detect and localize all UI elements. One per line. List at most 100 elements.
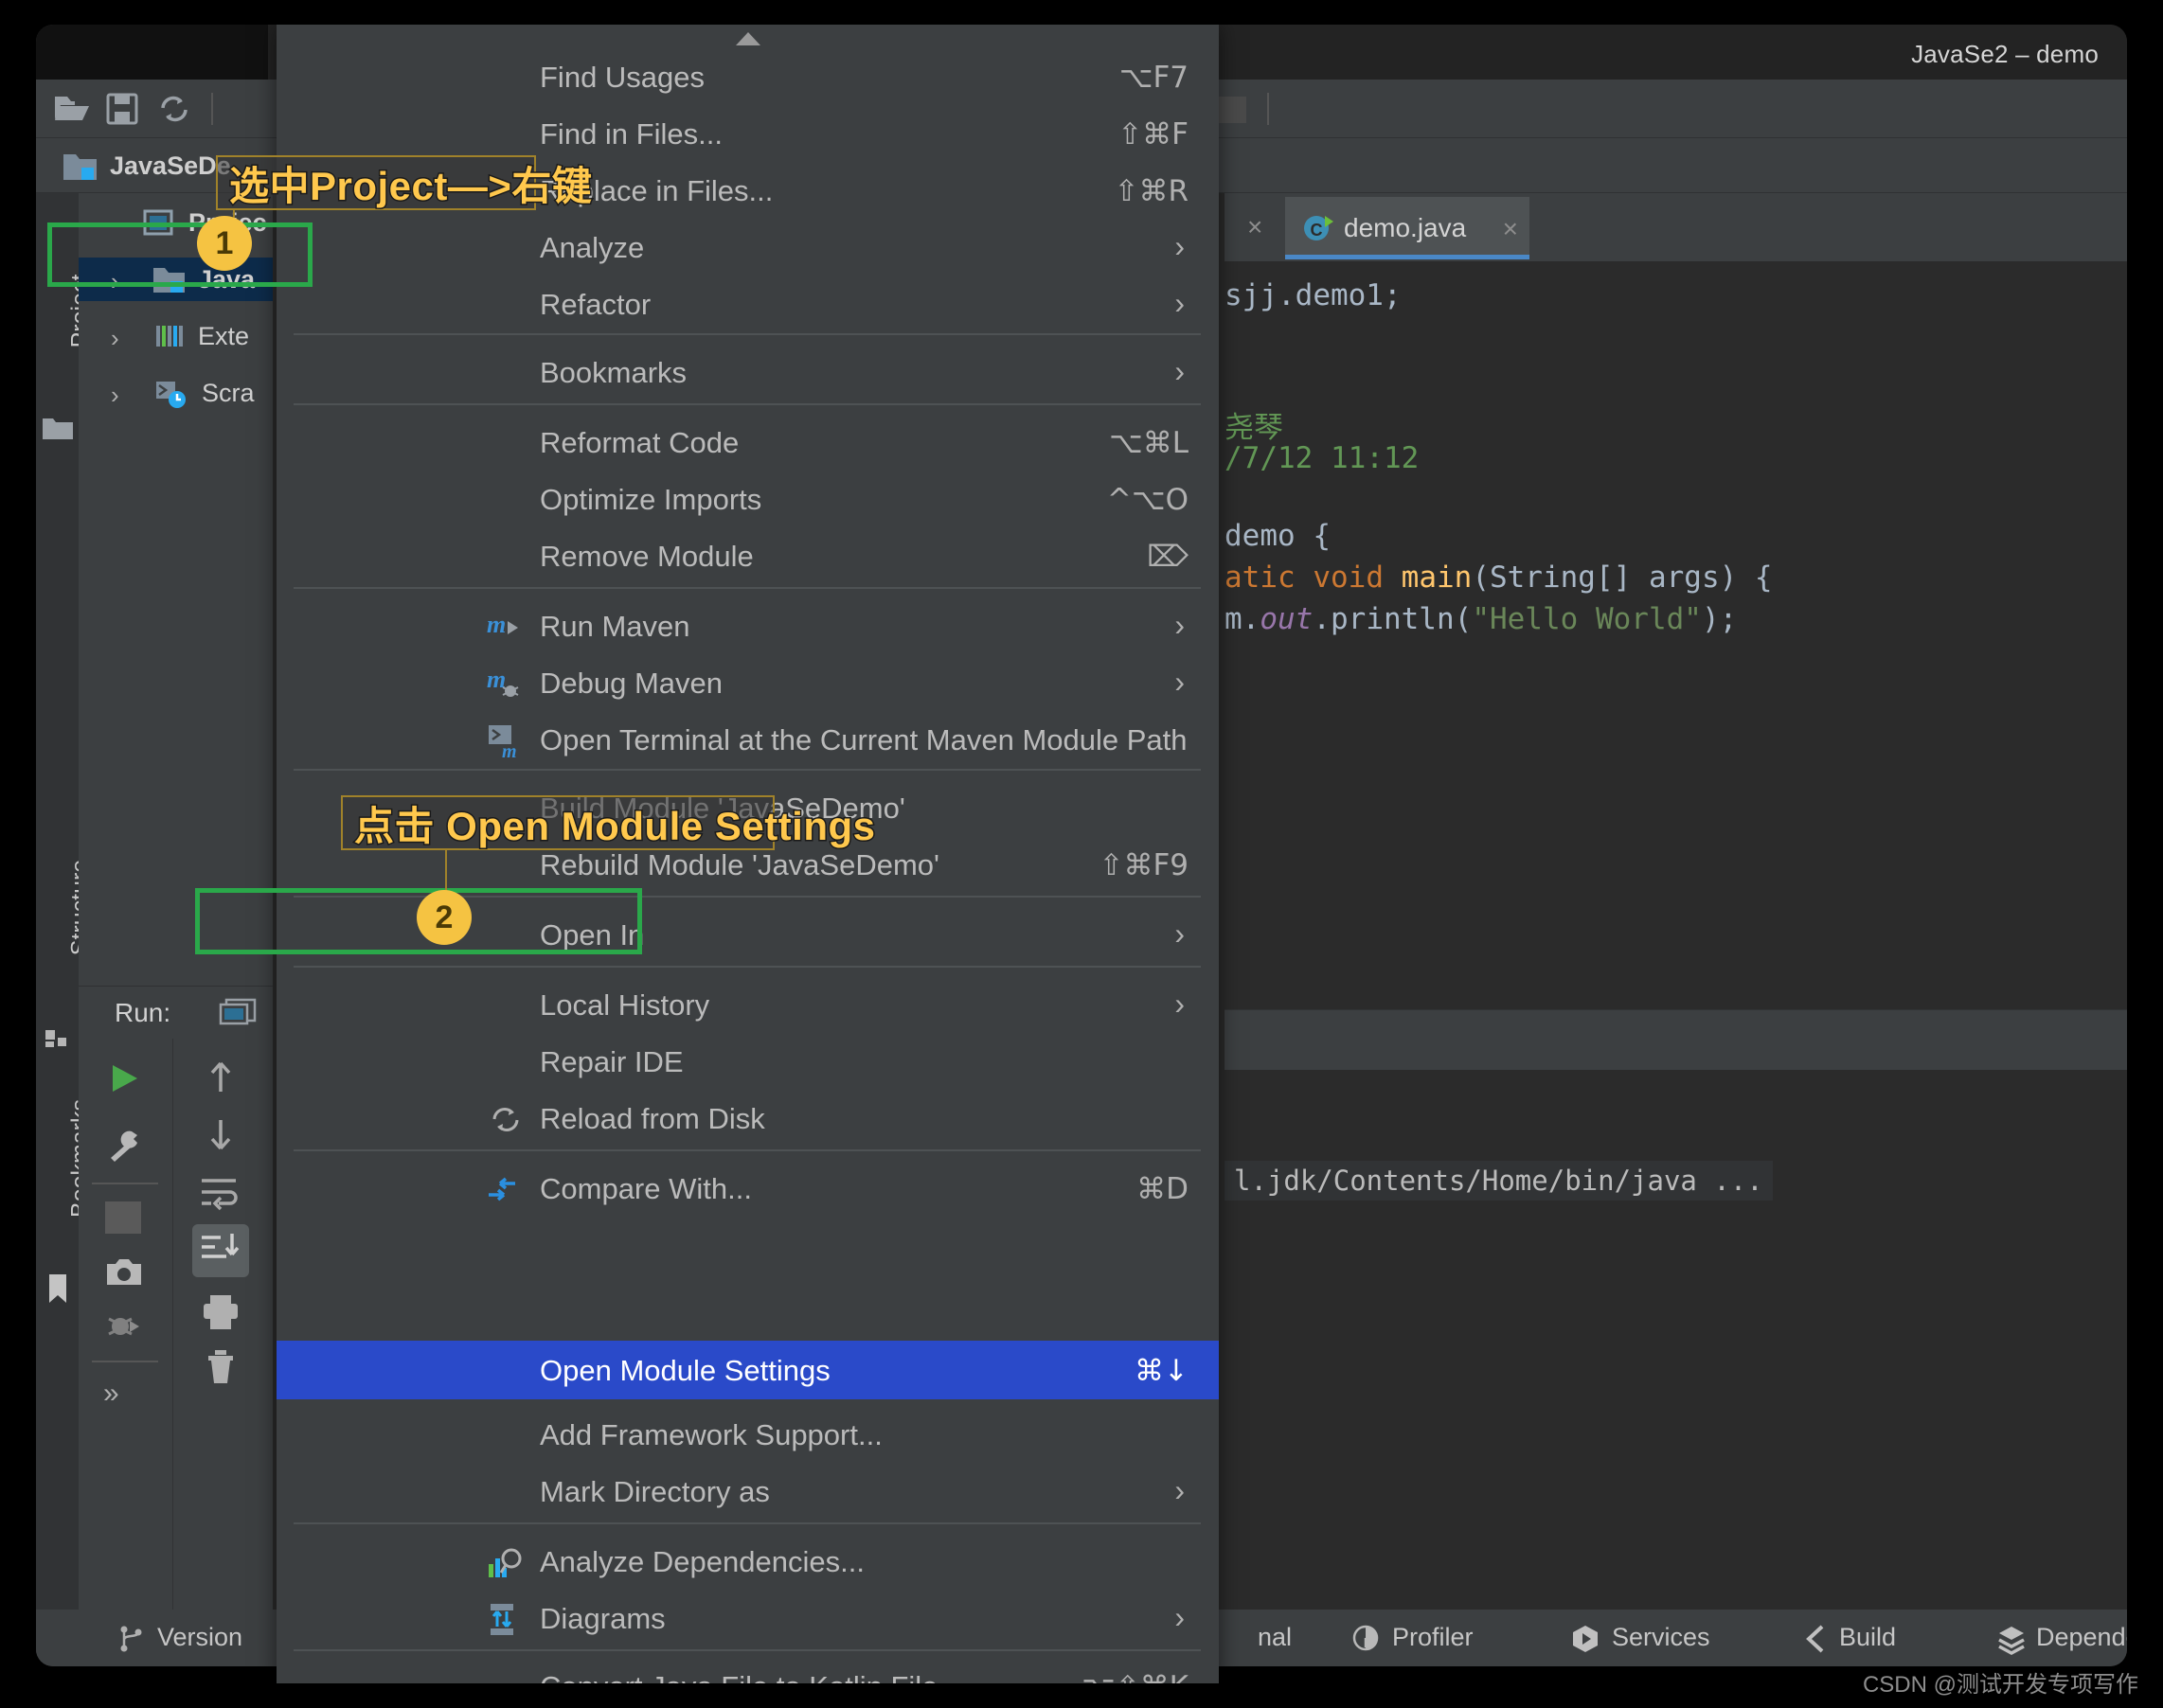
menu-item-label: Refactor [540,288,652,321]
vcs-branch-icon[interactable] [117,1625,146,1653]
status-item-dependencies[interactable]: Depende [2036,1623,2127,1652]
print-icon[interactable] [200,1292,243,1332]
menu-item-label: Reload from Disk [540,1102,765,1135]
dependencies-icon[interactable] [1994,1623,2029,1655]
code-editor[interactable]: sjj.demo1; 尧琴 /7/12 11:12 demo { atic vo… [1225,261,2127,1009]
menu-item-open-module-settings[interactable]: Open Module Settings ⌘↓ [277,1341,1219,1399]
run-console-header [1225,1009,2127,1070]
menu-item-diagrams[interactable]: Diagrams › [277,1591,1219,1646]
wrench-icon[interactable] [103,1126,145,1164]
chevron-right-icon[interactable]: › [111,381,119,410]
chevron-right-icon: › [1174,1600,1185,1634]
run-toolbar-right [173,1039,273,1610]
menu-item-analyze-dependencies[interactable]: Analyze Dependencies... [277,1534,1219,1589]
arrow-down-icon[interactable] [200,1112,241,1154]
status-item-build[interactable]: Build [1839,1623,1896,1652]
menu-item-repair-ide[interactable]: Repair IDE [277,1034,1219,1089]
run-tool-window-header: Run: [79,986,273,1039]
menu-item-find-usages[interactable]: Find Usages ⌥F7 [277,49,1219,104]
menu-item-label: Compare With... [540,1172,752,1205]
menu-item-label: Mark Directory as [540,1475,770,1508]
menu-item-analyze[interactable]: Analyze › [277,220,1219,275]
menu-item-local-history[interactable]: Local History › [277,977,1219,1032]
left-tool-rail: Project Structure Bookmarks [36,193,94,1666]
services-icon[interactable] [1570,1623,1602,1655]
annotation-text-step1: 选中Project—>右键 [227,162,593,209]
editor-tab-bar: × C demo.java × [1225,193,2127,261]
menu-item-add-framework-support[interactable]: Add Framework Support... [277,1407,1219,1462]
menu-item-optimize-imports[interactable]: Optimize Imports ^⌥O [277,471,1219,526]
close-icon[interactable]: × [1247,212,1262,242]
context-menu[interactable]: Find Usages ⌥F7 Find in Files... ⇧⌘F Rep… [277,25,1219,1683]
svg-text:m: m [502,741,517,759]
toolbar-separator [211,93,213,125]
run-icon[interactable] [103,1059,145,1097]
structure-icon [44,1026,72,1051]
chevron-right-icon[interactable]: › [111,324,119,353]
menu-item-reload-from-disk[interactable]: Reload from Disk [277,1091,1219,1146]
menu-item-open-terminal-maven[interactable]: m Open Terminal at the Current Maven Mod… [277,712,1219,767]
tree-row-scratches[interactable]: › Scra [79,371,273,415]
editor-tab-demo-java[interactable]: C demo.java × [1285,197,1529,259]
chevron-right-icon: › [1174,286,1185,320]
run-toolbar-more-icon[interactable]: » [103,1378,119,1410]
build-icon[interactable] [1801,1623,1833,1655]
run-title: Run: [115,998,171,1027]
svg-text:C: C [1311,221,1323,240]
toolbar-separator-2 [1267,93,1269,125]
menu-item-run-maven[interactable]: m Run Maven › [277,598,1219,653]
window-title: JavaSe2 – demo [1911,40,2099,68]
menu-item-mark-directory-as[interactable]: Mark Directory as › [277,1464,1219,1519]
menu-item-bookmarks[interactable]: Bookmarks › [277,345,1219,400]
menu-item-remove-module[interactable]: Remove Module ⌦ [277,528,1219,583]
diagrams-icon [487,1600,525,1638]
menu-scroll-up-arrow[interactable] [277,25,1219,49]
menu-item-refactor[interactable]: Refactor › [277,276,1219,331]
chevron-right-icon: › [1174,665,1185,699]
menu-item-label: Find in Files... [540,117,723,151]
trash-icon[interactable] [200,1345,241,1387]
debug-restart-icon[interactable] [103,1308,145,1345]
tree-label-external-libraries: Exte [198,322,250,350]
menu-item-reformat-code[interactable]: Reformat Code ⌥⌘L [277,415,1219,470]
sync-icon[interactable] [155,91,193,127]
step-badge-1: 1 [197,216,252,271]
menu-item-label: Repair IDE [540,1045,684,1078]
arrow-up-icon[interactable] [200,1058,241,1099]
code-line-main: atic void main(String[] args) { [1225,560,1773,595]
title-bar-left-segment [36,25,268,80]
run-window-icon[interactable] [219,996,264,1030]
soft-wrap-icon[interactable] [198,1173,243,1211]
menu-item-compare-with[interactable]: Compare With... ⌘D [277,1161,1219,1216]
menu-item-debug-maven[interactable]: m Debug Maven › [277,655,1219,710]
menu-item-convert-java-to-kotlin[interactable]: Convert Java File to Kotlin File ⌥⇧⌘K [277,1659,1219,1683]
status-item-profiler[interactable]: Profiler [1392,1623,1474,1652]
chevron-right-icon: › [1174,354,1185,388]
chevron-right-icon: › [1174,608,1185,642]
scroll-to-end-icon[interactable] [192,1224,249,1277]
profiler-icon[interactable] [1350,1623,1383,1655]
status-item-version-control[interactable]: Version [157,1623,242,1652]
stop-button-toolbar[interactable] [1218,97,1246,123]
chevron-right-icon: › [1174,1473,1185,1507]
status-item-terminal[interactable]: nal [1258,1623,1292,1652]
svg-text:m: m [487,666,506,693]
menu-separator [294,1522,1201,1524]
menu-item-label: Remove Module [540,540,754,573]
menu-item-label: Add Framework Support... [540,1418,883,1451]
open-folder-icon[interactable] [53,91,91,127]
tree-row-external-libraries[interactable]: › Exte [79,314,273,358]
status-item-services[interactable]: Services [1612,1623,1710,1652]
camera-icon[interactable] [103,1254,145,1290]
reload-icon [487,1100,525,1138]
chevron-right-icon: › [1174,229,1185,263]
save-icon[interactable] [104,91,142,127]
stop-icon[interactable] [105,1201,141,1234]
close-icon[interactable]: × [1503,214,1518,244]
run-console-output[interactable]: l.jdk/Contents/Home/bin/java ... [1225,1070,2127,1610]
menu-item-find-in-files[interactable]: Find in Files... ⇧⌘F [277,106,1219,161]
menu-item-label: Convert Java File to Kotlin File [540,1670,938,1683]
menu-item-label: Diagrams [540,1602,666,1635]
maven-run-icon: m [487,608,525,646]
menu-item-shortcut: ⌥F7 [1118,61,1189,95]
